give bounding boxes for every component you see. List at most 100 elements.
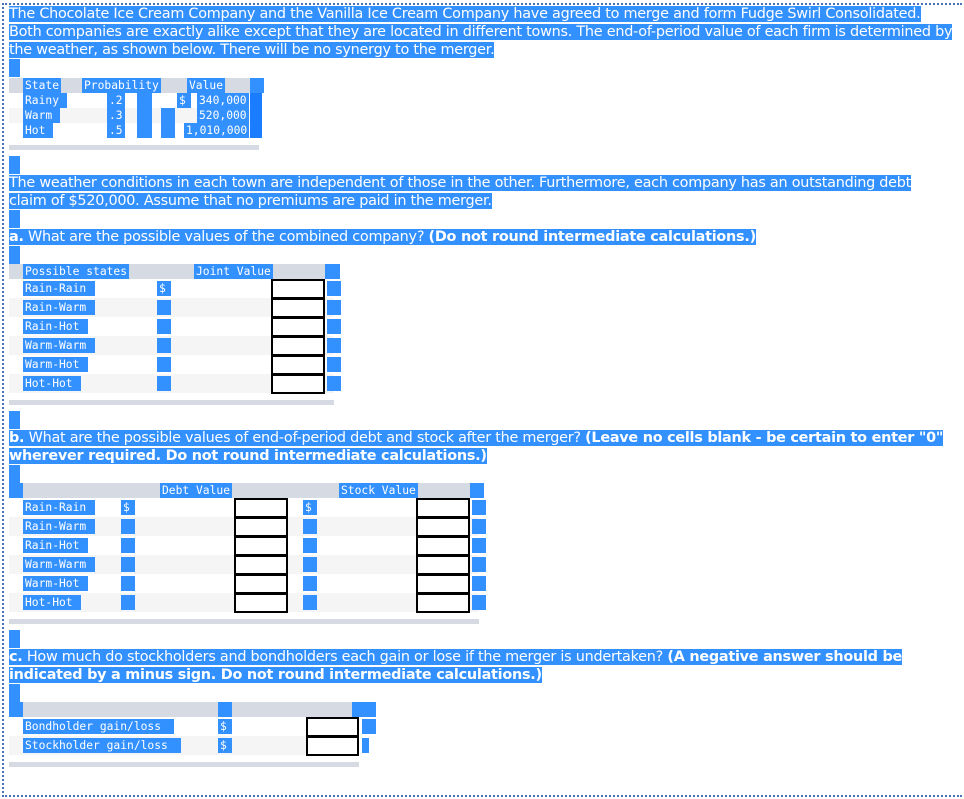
part-a-question-text: What are the possible values of the comb… (23, 229, 429, 245)
selection-block (472, 500, 486, 515)
selection-block (472, 519, 486, 534)
probability-cell: .5 (107, 123, 125, 138)
part-b-instruction-2: wherever required. Do not round intermed… (9, 448, 487, 464)
state-label: Rain-Hot (23, 538, 88, 553)
joint-value-input[interactable] (271, 336, 325, 356)
part-c-instruction-1: (A negative answer should be (667, 649, 903, 665)
state-label: Warm-Warm (23, 338, 95, 353)
state-label: Rain-Rain (23, 281, 95, 296)
stockholder-gain-loss-input[interactable] (306, 736, 359, 756)
currency-symbol: $ (177, 93, 191, 108)
joint-value-input[interactable] (271, 317, 325, 337)
value-cell: 1,010,000 (184, 123, 250, 138)
debt-value-input[interactable] (234, 574, 288, 594)
selection-block (157, 300, 171, 315)
header-debt-value: Debt Value (160, 483, 233, 498)
stock-value-input[interactable] (416, 498, 470, 518)
selection-block (325, 264, 340, 279)
header-state: State (23, 78, 62, 93)
selection-block (303, 576, 317, 591)
state-cell: Warm (23, 108, 60, 123)
context-line: The weather conditions in each town are … (9, 175, 912, 191)
debt-value-input[interactable] (234, 517, 288, 537)
joint-value-input[interactable] (271, 355, 325, 375)
selection-block (250, 78, 264, 93)
selection-block (121, 538, 135, 553)
part-a-instruction: (Do not round intermediate calculations.… (428, 229, 757, 245)
state-label: Rain-Rain (23, 500, 95, 515)
debt-value-input[interactable] (234, 536, 288, 556)
selection-block (362, 719, 376, 734)
debt-value-input[interactable] (234, 498, 288, 518)
selection-block (250, 93, 262, 138)
currency-symbol: $ (121, 500, 135, 515)
selection-block (9, 483, 23, 498)
stockholder-label: Stockholder gain/loss (23, 738, 181, 753)
debt-value-input[interactable] (234, 555, 288, 575)
context-line: claim of $520,000. Assume that no premiu… (9, 193, 492, 209)
currency-symbol: $ (157, 281, 171, 296)
context-paragraph: The weather conditions in each town are … (9, 174, 911, 210)
selection-spacer (9, 465, 20, 483)
selection-block (121, 576, 135, 591)
header-stock-value: Stock Value (339, 483, 418, 498)
selection-block (327, 338, 341, 353)
selection-spacer (9, 411, 20, 429)
state-label: Rain-Warm (23, 519, 95, 534)
selection-spacer (9, 630, 20, 648)
stock-value-input[interactable] (416, 574, 470, 594)
selection-block (218, 702, 232, 717)
part-a-question: a. What are the possible values of the c… (9, 228, 756, 246)
state-cell: Rainy (23, 93, 67, 108)
selection-block (303, 519, 317, 534)
bondholder-gain-loss-input[interactable] (306, 717, 359, 737)
part-c-question-text: How much do stockholders and bondholders… (22, 649, 668, 665)
selection-spacer (9, 59, 20, 77)
state-label: Rain-Hot (23, 319, 88, 334)
state-label: Warm-Warm (23, 557, 95, 572)
table-scrollbar[interactable] (9, 400, 334, 405)
joint-value-input[interactable] (271, 279, 325, 299)
stock-value-input[interactable] (416, 555, 470, 575)
selection-block (327, 319, 341, 334)
state-label: Hot-Hot (23, 595, 81, 610)
selection-block (470, 483, 484, 498)
intro-paragraph: The Chocolate Ice Cream Company and the … (9, 5, 953, 59)
debt-value-input[interactable] (234, 593, 288, 613)
selection-block (303, 538, 317, 553)
probability-cell: .3 (107, 108, 125, 123)
selection-block (327, 357, 341, 372)
part-b-question-text: What are the possible values of end-of-p… (24, 430, 586, 446)
stock-value-input[interactable] (416, 593, 470, 613)
state-label: Hot-Hot (23, 376, 81, 391)
table-scrollbar[interactable] (9, 145, 259, 150)
part-a-prefix: a. (9, 229, 24, 245)
table-scrollbar[interactable] (9, 762, 359, 767)
intro-line: The Chocolate Ice Cream Company and the … (9, 6, 921, 22)
selection-block (472, 538, 486, 553)
table-scrollbar[interactable] (9, 619, 479, 624)
selection-block (157, 376, 171, 391)
joint-value-input[interactable] (271, 374, 325, 394)
joint-value-input[interactable] (271, 298, 325, 318)
selection-block (327, 376, 341, 391)
currency-symbol: $ (303, 500, 317, 515)
currency-symbol: $ (218, 738, 232, 753)
bondholder-label: Bondholder gain/loss (23, 719, 174, 734)
selection-block (121, 595, 135, 610)
header-possible-states: Possible states (23, 264, 130, 279)
selection-block (137, 93, 152, 138)
selection-block (352, 702, 376, 717)
stock-value-input[interactable] (416, 517, 470, 537)
state-label: Warm-Hot (23, 576, 88, 591)
value-cell: 520,000 (197, 108, 249, 123)
selection-block (121, 519, 135, 534)
selection-block (161, 108, 175, 138)
header-probability: Probability (82, 78, 161, 93)
stock-value-input[interactable] (416, 536, 470, 556)
state-label: Warm-Hot (23, 357, 88, 372)
part-b-prefix: b. (9, 430, 25, 446)
selection-spacer (9, 684, 20, 702)
selection-block (121, 557, 135, 572)
part-b-question: b. What are the possible values of end-o… (9, 429, 943, 465)
